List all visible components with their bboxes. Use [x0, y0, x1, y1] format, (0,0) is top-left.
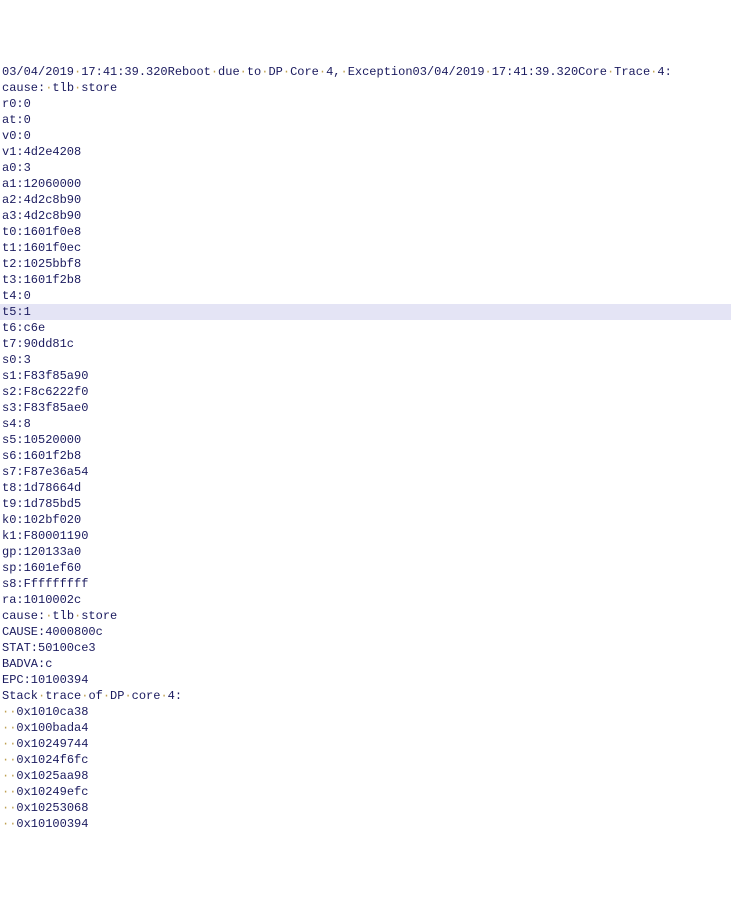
log-line: s4:8 [0, 416, 731, 432]
log-line: t4:0 [0, 288, 731, 304]
log-line: cause:·tlb·store [0, 608, 731, 624]
log-line: t0:1601f0e8 [0, 224, 731, 240]
log-line: r0:0 [0, 96, 731, 112]
log-line: s0:3 [0, 352, 731, 368]
log-line: s2:F8c6222f0 [0, 384, 731, 400]
log-line: ra:1010002c [0, 592, 731, 608]
log-line: s6:1601f2b8 [0, 448, 731, 464]
log-line: s1:F83f85a90 [0, 368, 731, 384]
log-line: ··0x10100394 [0, 816, 731, 832]
log-line: gp:120133a0 [0, 544, 731, 560]
log-line: t2:1025bbf8 [0, 256, 731, 272]
log-output: 03/04/2019·17:41:39.320Reboot·due·to·DP·… [0, 64, 731, 832]
log-line: t1:1601f0ec [0, 240, 731, 256]
log-line: a0:3 [0, 160, 731, 176]
log-line: ··0x10249744 [0, 736, 731, 752]
log-line-header: 03/04/2019·17:41:39.320Reboot·due·to·DP·… [0, 64, 731, 80]
log-line: s3:F83f85ae0 [0, 400, 731, 416]
log-line: ··0x10253068 [0, 800, 731, 816]
log-line: t7:90dd81c [0, 336, 731, 352]
log-line: sp:1601ef60 [0, 560, 731, 576]
log-line: ··0x1025aa98 [0, 768, 731, 784]
log-line: s5:10520000 [0, 432, 731, 448]
log-line: CAUSE:4000800c [0, 624, 731, 640]
log-line: v0:0 [0, 128, 731, 144]
log-line: s7:F87e36a54 [0, 464, 731, 480]
log-line: ··0x10249efc [0, 784, 731, 800]
log-line: t6:c6e [0, 320, 731, 336]
log-line: k1:F80001190 [0, 528, 731, 544]
log-line: BADVA:c [0, 656, 731, 672]
log-line: ··0x1010ca38 [0, 704, 731, 720]
log-line: s8:Fffffffff [0, 576, 731, 592]
log-line: ··0x1024f6fc [0, 752, 731, 768]
log-line: EPC:10100394 [0, 672, 731, 688]
log-line: STAT:50100ce3 [0, 640, 731, 656]
log-line: a1:12060000 [0, 176, 731, 192]
log-line: v1:4d2e4208 [0, 144, 731, 160]
log-line: t5:1 [0, 304, 731, 320]
log-line: cause:·tlb·store [0, 80, 731, 96]
log-line: at:0 [0, 112, 731, 128]
log-line: ··0x100bada4 [0, 720, 731, 736]
log-line: a2:4d2c8b90 [0, 192, 731, 208]
log-line: k0:102bf020 [0, 512, 731, 528]
log-line: t8:1d78664d [0, 480, 731, 496]
log-line: t3:1601f2b8 [0, 272, 731, 288]
log-line: Stack·trace·of·DP·core·4: [0, 688, 731, 704]
log-line: a3:4d2c8b90 [0, 208, 731, 224]
log-line: t9:1d785bd5 [0, 496, 731, 512]
